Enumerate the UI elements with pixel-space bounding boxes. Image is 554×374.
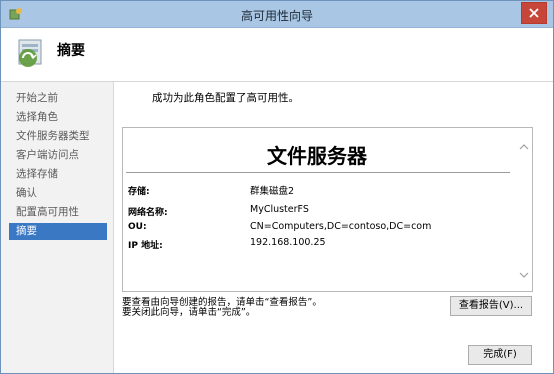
close-icon — [529, 8, 539, 18]
content-pane: 成功为此角色配置了高可用性。 文件服务器 存储: 群集磁盘2 网络名称: MyC… — [114, 82, 553, 373]
scroll-down-icon[interactable] — [519, 271, 529, 279]
cluster-role-icon — [18, 39, 42, 67]
view-report-button[interactable]: 查看报告(V)... — [450, 296, 532, 316]
scroll-up-icon[interactable] — [519, 143, 529, 151]
nav-item-select-role[interactable]: 选择角色 — [9, 109, 107, 126]
nav-item-configure-ha[interactable]: 配置高可用性 — [9, 204, 107, 221]
success-message: 成功为此角色配置了高可用性。 — [152, 92, 299, 104]
report-label-ou: OU: — [128, 222, 147, 232]
report-panel[interactable]: 文件服务器 存储: 群集磁盘2 网络名称: MyClusterFS OU: CN… — [122, 127, 533, 292]
nav-item-before-you-begin[interactable]: 开始之前 — [9, 90, 107, 107]
nav-item-confirmation[interactable]: 确认 — [9, 185, 107, 202]
wizard-nav: 开始之前 选择角色 文件服务器类型 客户端访问点 选择存储 确认 配置高可用性 … — [1, 82, 114, 373]
window-title: 高可用性向导 — [240, 9, 313, 23]
report-label-network-name: 网络名称: — [128, 208, 168, 218]
report-title: 文件服务器 — [267, 144, 367, 168]
report-label-storage: 存储: — [128, 187, 150, 197]
wizard-header: 摘要 — [1, 28, 553, 82]
report-value-network-name: MyClusterFS — [250, 204, 309, 215]
nav-item-summary[interactable]: 摘要 — [9, 223, 107, 240]
wizard-window: 高可用性向导 摘要 开始之前 选择角色 文件服务器类型 客户端访问点 选择存储 … — [0, 0, 554, 374]
report-value-storage: 群集磁盘2 — [250, 186, 295, 197]
close-wizard-hint: 要关闭此向导，请单击“完成”。 — [122, 307, 256, 318]
report-label-ip: IP 地址: — [128, 241, 163, 251]
nav-item-select-storage[interactable]: 选择存储 — [9, 166, 107, 183]
page-heading: 摘要 — [57, 43, 85, 59]
report-divider — [126, 172, 510, 173]
finish-button[interactable]: 完成(F) — [468, 345, 532, 365]
report-value-ou: CN=Computers,DC=contoso,DC=com — [250, 221, 432, 232]
nav-item-client-access-point[interactable]: 客户端访问点 — [9, 147, 107, 164]
title-bar[interactable]: 高可用性向导 — [1, 1, 553, 28]
nav-item-file-server-type[interactable]: 文件服务器类型 — [9, 128, 107, 145]
close-button[interactable] — [521, 2, 547, 24]
report-value-ip: 192.168.100.25 — [250, 237, 326, 248]
